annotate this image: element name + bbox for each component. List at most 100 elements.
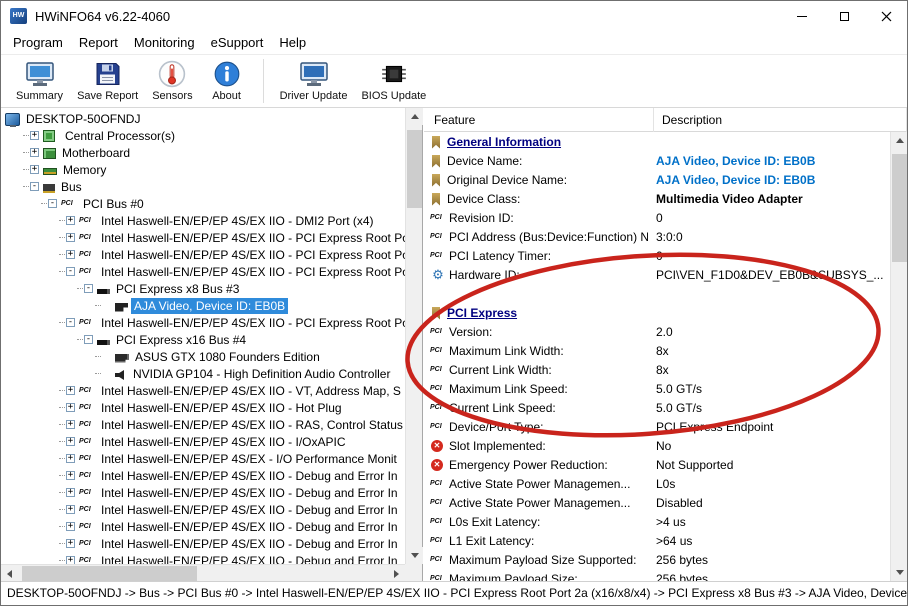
close-button[interactable] <box>865 1 907 31</box>
details-section-row[interactable]: General Information <box>424 132 890 151</box>
sensors-button[interactable]: Sensors <box>145 59 199 103</box>
details-vertical-scrollbar[interactable] <box>890 132 907 581</box>
tree-item[interactable]: +PCIIntel Haswell-EN/EP/EP 4S/EX IIO - D… <box>1 212 405 229</box>
tree-item[interactable]: +Central Processor(s) <box>1 127 405 144</box>
details-row[interactable]: Original Device Name:AJA Video, Device I… <box>424 170 890 189</box>
tree-item[interactable]: +PCIIntel Haswell-EN/EP/EP 4S/EX IIO - D… <box>1 518 405 535</box>
collapse-toggle[interactable]: - <box>66 267 75 276</box>
details-row[interactable]: PCIPCI Address (Bus:Device:Function) Nu.… <box>424 227 890 246</box>
scroll-down-button[interactable] <box>891 564 908 581</box>
collapse-toggle[interactable]: - <box>48 199 57 208</box>
expand-toggle[interactable]: + <box>66 216 75 225</box>
description-column-header[interactable]: Description <box>654 108 907 132</box>
details-row[interactable]: PCIMaximum Link Width:8x <box>424 341 890 360</box>
tree-item[interactable]: +PCIIntel Haswell-EN/EP/EP 4S/EX IIO - I… <box>1 433 405 450</box>
collapse-toggle[interactable]: - <box>66 318 75 327</box>
details-row[interactable]: PCIDevice/Port Type:PCI Express Endpoint <box>424 417 890 436</box>
bios-update-button[interactable]: BIOS Update <box>354 59 433 103</box>
details-row[interactable]: PCIMaximum Link Speed:5.0 GT/s <box>424 379 890 398</box>
tree-item[interactable]: +PCIIntel Haswell-EN/EP/EP 4S/EX IIO - V… <box>1 382 405 399</box>
details-row[interactable]: PCIActive State Power Managemen...Disabl… <box>424 493 890 512</box>
details-row[interactable]: PCIMaximum Payload Size:256 bytes <box>424 569 890 581</box>
tree-item[interactable]: +PCIIntel Haswell-EN/EP/EP 4S/EX IIO - P… <box>1 246 405 263</box>
menu-program[interactable]: Program <box>5 32 71 53</box>
about-button[interactable]: About <box>200 59 254 103</box>
tree-item[interactable]: +PCIIntel Haswell-EN/EP/EP 4S/EX IIO - D… <box>1 552 405 564</box>
expand-toggle[interactable]: + <box>30 165 39 174</box>
minimize-button[interactable] <box>781 1 823 31</box>
tree-item[interactable]: DESKTOP-50OFNDJ <box>1 110 405 127</box>
expand-toggle[interactable]: + <box>66 233 75 242</box>
tree-item[interactable]: NVIDIA GP104 - High Definition Audio Con… <box>1 365 405 382</box>
scroll-right-button[interactable] <box>388 565 405 582</box>
tree-item[interactable]: +Motherboard <box>1 144 405 161</box>
expand-toggle[interactable]: + <box>66 437 75 446</box>
tree-item[interactable]: +PCIIntel Haswell-EN/EP/EP 4S/EX IIO - D… <box>1 467 405 484</box>
menu-help[interactable]: Help <box>271 32 314 53</box>
feature-column-header[interactable]: Feature <box>424 108 654 132</box>
tree-item[interactable]: -PCIPCI Bus #0 <box>1 195 405 212</box>
collapse-toggle[interactable]: - <box>30 182 39 191</box>
expand-toggle[interactable]: + <box>66 488 75 497</box>
scroll-up-button[interactable] <box>891 132 908 149</box>
details-row[interactable]: PCIPCI Latency Timer:0 <box>424 246 890 265</box>
expand-toggle[interactable]: + <box>66 471 75 480</box>
expand-toggle[interactable]: + <box>66 386 75 395</box>
tree-item[interactable]: -Bus <box>1 178 405 195</box>
details-row[interactable]: PCIL1 Exit Latency:>64 us <box>424 531 890 550</box>
details-row[interactable]: ✕Slot Implemented:No <box>424 436 890 455</box>
expand-toggle[interactable]: + <box>66 505 75 514</box>
tree-item[interactable]: +PCIIntel Haswell-EN/EP/EP 4S/EX IIO - D… <box>1 535 405 552</box>
tree-horizontal-scrollbar[interactable] <box>1 564 405 581</box>
details-row[interactable]: Device Class:Multimedia Video Adapter <box>424 189 890 208</box>
details-row[interactable]: PCICurrent Link Speed:5.0 GT/s <box>424 398 890 417</box>
tree-item[interactable]: +PCIIntel Haswell-EN/EP/EP 4S/EX IIO - R… <box>1 416 405 433</box>
scroll-down-button[interactable] <box>406 547 423 564</box>
tree-item[interactable]: -PCIIntel Haswell-EN/EP/EP 4S/EX IIO - P… <box>1 314 405 331</box>
tree-item[interactable]: -PCIIntel Haswell-EN/EP/EP 4S/EX IIO - P… <box>1 263 405 280</box>
details-row[interactable]: ✕Emergency Power Reduction:Not Supported <box>424 455 890 474</box>
expand-toggle[interactable]: + <box>30 148 39 157</box>
tree-item[interactable]: -PCI Express x8 Bus #3 <box>1 280 405 297</box>
expand-toggle[interactable]: + <box>66 403 75 412</box>
details-row[interactable]: PCIRevision ID:0 <box>424 208 890 227</box>
details-row[interactable]: PCIActive State Power Managemen...L0s <box>424 474 890 493</box>
tree-item[interactable]: +PCIIntel Haswell-EN/EP/EP 4S/EX IIO - D… <box>1 501 405 518</box>
collapse-toggle[interactable]: - <box>84 284 93 293</box>
tree-item[interactable]: +PCIIntel Haswell-EN/EP/EP 4S/EX IIO - D… <box>1 484 405 501</box>
details-row[interactable]: PCIMaximum Payload Size Supported:256 by… <box>424 550 890 569</box>
collapse-toggle[interactable]: - <box>84 335 93 344</box>
menu-monitoring[interactable]: Monitoring <box>126 32 203 53</box>
tree-item[interactable]: AJA Video, Device ID: EB0B <box>1 297 405 314</box>
expand-toggle[interactable]: + <box>66 420 75 429</box>
tree-item[interactable]: ASUS GTX 1080 Founders Edition <box>1 348 405 365</box>
details-row[interactable]: PCICurrent Link Width:8x <box>424 360 890 379</box>
tree-item[interactable]: +Memory <box>1 161 405 178</box>
details-row[interactable]: PCIVersion:2.0 <box>424 322 890 341</box>
scroll-left-button[interactable] <box>1 565 18 582</box>
tree-item[interactable]: +PCIIntel Haswell-EN/EP/EP 4S/EX IIO - P… <box>1 229 405 246</box>
expand-toggle[interactable]: + <box>66 522 75 531</box>
details-section-row[interactable]: PCI Express <box>424 303 890 322</box>
expand-toggle[interactable]: + <box>66 556 75 564</box>
expand-toggle[interactable]: + <box>30 131 39 140</box>
summary-button[interactable]: Summary <box>9 59 70 103</box>
save-report-button[interactable]: Save Report <box>70 59 145 103</box>
scrollbar-thumb[interactable] <box>892 154 907 262</box>
menu-report[interactable]: Report <box>71 32 126 53</box>
driver-update-button[interactable]: Driver Update <box>273 59 355 103</box>
details-row[interactable]: Device Name:AJA Video, Device ID: EB0B <box>424 151 890 170</box>
expand-toggle[interactable]: + <box>66 539 75 548</box>
scroll-up-button[interactable] <box>406 108 423 125</box>
tree-vertical-scrollbar[interactable] <box>405 108 422 564</box>
tree-item[interactable]: +PCIIntel Haswell-EN/EP/EP 4S/EX IIO - H… <box>1 399 405 416</box>
tree-item[interactable]: +PCIIntel Haswell-EN/EP/EP 4S/EX - I/O P… <box>1 450 405 467</box>
maximize-button[interactable] <box>823 1 865 31</box>
tree-item[interactable]: -PCI Express x16 Bus #4 <box>1 331 405 348</box>
details-row[interactable]: PCIL0s Exit Latency:>4 us <box>424 512 890 531</box>
menu-esupport[interactable]: eSupport <box>203 32 272 53</box>
scrollbar-thumb[interactable] <box>22 566 197 581</box>
expand-toggle[interactable]: + <box>66 454 75 463</box>
details-row[interactable]: ⚙Hardware ID:PCI\VEN_F1D0&DEV_EB0B&SUBSY… <box>424 265 890 284</box>
expand-toggle[interactable]: + <box>66 250 75 259</box>
